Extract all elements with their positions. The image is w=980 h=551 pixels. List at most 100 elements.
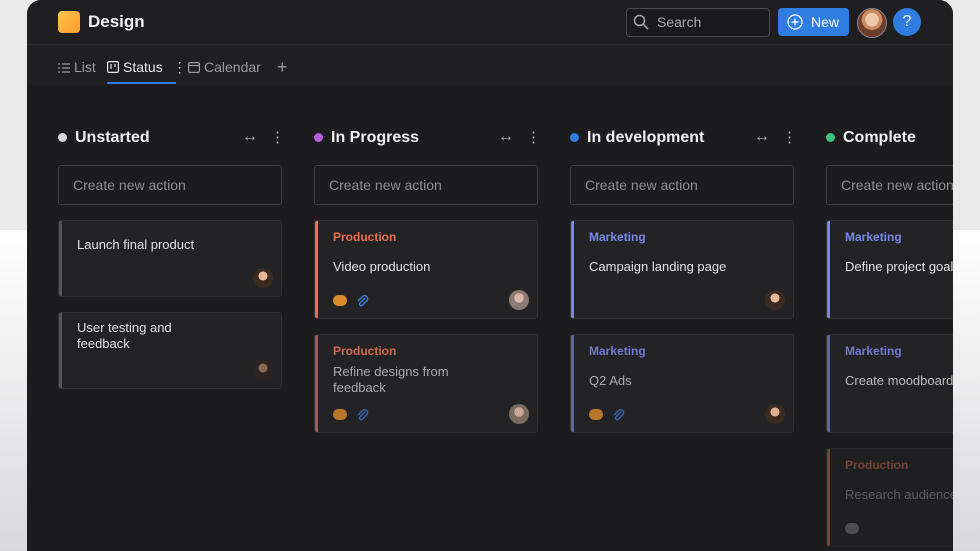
card-accent xyxy=(315,221,318,318)
comment-icon[interactable] xyxy=(333,409,347,420)
app-title: Design xyxy=(88,12,145,31)
tab-status-label: Status xyxy=(123,59,163,75)
create-action-placeholder: Create new action xyxy=(841,177,953,193)
column-menu-icon[interactable]: ⋮ xyxy=(782,128,797,146)
create-action-input[interactable]: Create new action xyxy=(826,165,953,205)
column-header: Complete xyxy=(826,120,953,156)
card-accent xyxy=(571,221,574,318)
card-accent xyxy=(827,449,830,546)
new-button[interactable]: New xyxy=(778,8,849,36)
card-tag: Marketing xyxy=(845,230,902,244)
task-card[interactable]: Marketing Q2 Ads xyxy=(570,334,794,433)
app-logo-icon xyxy=(58,11,80,33)
column-title: Complete xyxy=(843,129,916,146)
top-bar: Design Search New ? xyxy=(27,0,953,45)
help-button[interactable]: ? xyxy=(893,8,921,36)
card-accent xyxy=(571,335,574,432)
create-action-input[interactable]: Create new action xyxy=(570,165,794,205)
create-action-placeholder: Create new action xyxy=(329,177,442,193)
app-window: Design Search New ? List Status ⋮ Calend… xyxy=(27,0,953,551)
card-tag: Marketing xyxy=(589,230,646,244)
assignee-avatar[interactable] xyxy=(253,268,273,288)
expand-icon[interactable]: ↔ xyxy=(242,128,258,146)
column-in-development: In development ↔ ⋮ Create new action Mar… xyxy=(570,120,797,433)
comment-icon[interactable] xyxy=(845,523,859,534)
plus-circle-icon xyxy=(787,14,803,30)
attachment-icon[interactable] xyxy=(355,294,369,308)
card-title: Launch final product xyxy=(77,237,195,252)
calendar-icon xyxy=(188,60,201,76)
create-action-input[interactable]: Create new action xyxy=(314,165,538,205)
attachment-icon[interactable] xyxy=(355,408,369,422)
card-accent xyxy=(315,335,318,432)
card-title: Campaign landing page xyxy=(589,259,727,274)
tab-list-label: List xyxy=(74,59,96,75)
tab-calendar[interactable]: Calendar xyxy=(188,59,261,76)
create-action-input[interactable]: Create new action xyxy=(58,165,282,205)
comment-icon[interactable] xyxy=(333,295,347,306)
column-header: In Progress ↔ ⋮ xyxy=(314,120,541,156)
task-card[interactable]: Marketing Define project goals xyxy=(826,220,953,319)
card-title: Refine designs from feedback xyxy=(333,364,449,395)
column-title: Unstarted xyxy=(75,129,150,146)
tab-options-icon[interactable]: ⋮ xyxy=(173,59,187,75)
column-unstarted: Unstarted ↔ ⋮ Create new action Launch f… xyxy=(58,120,285,389)
card-tag: Production xyxy=(333,344,397,358)
column-menu-icon[interactable]: ⋮ xyxy=(270,128,285,146)
tab-list[interactable]: List xyxy=(58,59,96,76)
column-header: Unstarted ↔ ⋮ xyxy=(58,120,285,156)
add-tab-icon[interactable]: + xyxy=(277,57,288,78)
create-action-placeholder: Create new action xyxy=(73,177,186,193)
card-accent xyxy=(59,313,62,388)
column-title: In development xyxy=(587,129,705,146)
card-accent xyxy=(827,221,830,318)
card-title: Create moodboard xyxy=(845,373,953,388)
task-card[interactable]: User testing and feedback xyxy=(58,312,282,389)
assignee-avatar[interactable] xyxy=(765,404,785,424)
task-card[interactable]: Marketing Campaign landing page xyxy=(570,220,794,319)
column-complete: Complete Create new action Marketing Def… xyxy=(826,120,953,547)
status-dot xyxy=(570,133,579,142)
task-card[interactable]: Marketing Create moodboard xyxy=(826,334,953,433)
card-title: Research audience xyxy=(845,487,953,502)
assignee-avatar[interactable] xyxy=(509,290,529,310)
search-icon xyxy=(633,14,649,30)
card-title: User testing and feedback xyxy=(77,320,172,351)
card-title: Video production xyxy=(333,259,431,274)
card-title: Q2 Ads xyxy=(589,373,632,388)
tab-calendar-label: Calendar xyxy=(204,59,261,75)
task-card[interactable]: Production Video production xyxy=(314,220,538,319)
card-tag: Marketing xyxy=(589,344,646,358)
assignee-avatar[interactable] xyxy=(253,360,273,380)
expand-icon[interactable]: ↔ xyxy=(754,128,770,146)
attachment-icon[interactable] xyxy=(611,408,625,422)
status-dot xyxy=(58,133,67,142)
new-button-label: New xyxy=(811,14,840,30)
card-tag: Production xyxy=(845,458,909,472)
column-in-progress: In Progress ↔ ⋮ Create new action Produc… xyxy=(314,120,541,433)
tab-status[interactable]: Status ⋮ xyxy=(107,59,187,76)
search-input[interactable]: Search xyxy=(626,8,770,37)
card-accent xyxy=(827,335,830,432)
comment-icon[interactable] xyxy=(589,409,603,420)
assignee-avatar[interactable] xyxy=(509,404,529,424)
column-title: In Progress xyxy=(331,129,420,146)
task-card[interactable]: Production Research audience xyxy=(826,448,953,547)
list-icon xyxy=(58,60,71,76)
board-icon xyxy=(107,60,120,76)
column-header: In development ↔ ⋮ xyxy=(570,120,797,156)
create-action-placeholder: Create new action xyxy=(585,177,698,193)
card-title: Define project goals xyxy=(845,259,953,274)
card-accent xyxy=(59,221,62,296)
status-dot xyxy=(826,133,835,142)
assignee-avatar[interactable] xyxy=(765,290,785,310)
user-avatar[interactable] xyxy=(857,8,887,38)
status-dot xyxy=(314,133,323,142)
task-card[interactable]: Production Refine designs from feedback xyxy=(314,334,538,433)
card-tag: Production xyxy=(333,230,397,244)
expand-icon[interactable]: ↔ xyxy=(498,128,514,146)
task-card[interactable]: Launch final product xyxy=(58,220,282,297)
column-menu-icon[interactable]: ⋮ xyxy=(526,128,541,146)
view-tabs: List Status ⋮ Calendar + xyxy=(27,45,953,85)
search-placeholder: Search xyxy=(657,14,702,30)
